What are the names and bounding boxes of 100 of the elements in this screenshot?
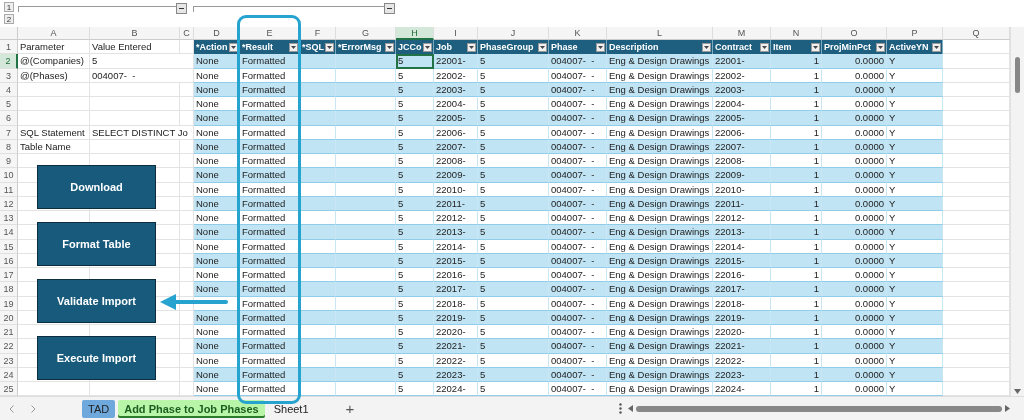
table-cell (336, 182, 396, 197)
table-cell: Y (887, 182, 943, 197)
macro-button[interactable]: Download (37, 165, 156, 209)
header-label: *Action (196, 42, 228, 53)
table-cell: SQL Statement (18, 125, 90, 140)
table-cell: Formatted (240, 111, 300, 126)
row-number[interactable]: 14 (0, 225, 18, 240)
table-cell: 0.0000 (822, 111, 887, 126)
outline-level-button[interactable]: 1 (4, 2, 14, 12)
empty-cell (180, 182, 194, 197)
column-letter[interactable]: C (180, 27, 194, 40)
table-cell: 22002- (434, 68, 478, 83)
column-letter[interactable]: B (90, 27, 180, 40)
table-cell (336, 339, 396, 354)
caret-icon (291, 45, 296, 49)
sheet-tab[interactable]: TAD (82, 399, 116, 418)
caret-icon (540, 45, 545, 49)
filter-dropdown-button[interactable] (702, 42, 711, 52)
table-cell (300, 125, 336, 140)
more-options-icon[interactable] (619, 403, 622, 415)
scrollbar-thumb[interactable] (636, 405, 1002, 412)
filter-dropdown-button[interactable] (289, 42, 298, 52)
table-cell: 5 (478, 225, 549, 240)
sheet-tab[interactable]: Sheet1 (267, 399, 315, 418)
row-number[interactable]: 21 (0, 325, 18, 340)
filter-dropdown-button[interactable] (325, 42, 334, 52)
table-cell: 004007- - (549, 182, 607, 197)
column-letter[interactable]: P (887, 27, 943, 40)
collapse-button[interactable] (384, 3, 395, 14)
filter-dropdown-button[interactable] (385, 42, 394, 52)
table-cell (336, 168, 396, 183)
column-letter[interactable]: Q (943, 27, 1010, 40)
row-number[interactable]: 9 (0, 154, 18, 169)
column-letter[interactable]: F (300, 27, 336, 40)
column-letter[interactable]: D (194, 27, 240, 40)
column-letter[interactable]: I (434, 27, 478, 40)
column-letter[interactable]: J (478, 27, 549, 40)
table-cell (300, 353, 336, 368)
table-cell: None (194, 282, 240, 297)
table-cell: 5 (478, 168, 549, 183)
collapse-button[interactable] (176, 3, 187, 14)
row-number[interactable]: 13 (0, 211, 18, 226)
table-cell: 1 (771, 111, 822, 126)
column-letter[interactable]: K (549, 27, 607, 40)
scroll-right-icon[interactable] (1005, 405, 1010, 413)
row-number[interactable]: 6 (0, 111, 18, 126)
macro-button[interactable]: Validate Import (37, 279, 156, 323)
header-label: Description (609, 42, 659, 53)
scroll-left-icon[interactable] (628, 405, 633, 413)
filter-dropdown-button[interactable] (423, 42, 432, 52)
table-cell: 22001- (434, 54, 478, 69)
table-cell: 22006- (713, 125, 771, 140)
row-number[interactable]: 1 (0, 40, 18, 55)
column-letter[interactable]: O (822, 27, 887, 40)
scrollbar-thumb[interactable] (1015, 57, 1020, 93)
row-number[interactable]: 5 (0, 97, 18, 112)
filter-dropdown-button[interactable] (229, 42, 238, 52)
row-number[interactable]: 22 (0, 339, 18, 354)
table-cell: 22021- (713, 339, 771, 354)
add-sheet-button[interactable]: + (341, 400, 359, 418)
outline-level-button[interactable]: 2 (4, 14, 14, 24)
table-cell: 004007- - (549, 111, 607, 126)
table-cell (336, 68, 396, 83)
table-cell: Formatted (240, 225, 300, 240)
table-cell: Eng & Design Drawings (607, 182, 713, 197)
row-number[interactable]: 18 (0, 282, 18, 297)
table-cell (300, 339, 336, 354)
column-letter[interactable]: M (713, 27, 771, 40)
row-number[interactable]: 17 (0, 268, 18, 283)
filter-dropdown-button[interactable] (467, 42, 476, 52)
macro-button[interactable]: Execute Import (37, 336, 156, 380)
table-cell: Eng & Design Drawings (607, 168, 713, 183)
table-cell: 5 (396, 353, 434, 368)
filter-dropdown-button[interactable] (876, 42, 885, 52)
table-cell: 0.0000 (822, 168, 887, 183)
table-cell: 004007- - (549, 282, 607, 297)
caret-icon (425, 45, 430, 49)
column-letter[interactable]: E (240, 27, 300, 40)
table-cell: None (194, 54, 240, 69)
filter-dropdown-button[interactable] (932, 42, 941, 52)
row-number[interactable]: 10 (0, 168, 18, 183)
column-letter[interactable]: L (607, 27, 713, 40)
column-letter[interactable]: A (18, 27, 90, 40)
column-letter[interactable]: G (336, 27, 396, 40)
filter-dropdown-button[interactable] (760, 42, 769, 52)
macro-button[interactable]: Format Table (37, 222, 156, 266)
filter-dropdown-button[interactable] (596, 42, 605, 52)
table-cell: 004007- - (549, 168, 607, 183)
filter-dropdown-button[interactable] (811, 42, 820, 52)
row-number[interactable]: 2 (0, 54, 18, 69)
table-cell: Y (887, 54, 943, 69)
row-number[interactable]: 25 (0, 382, 18, 397)
table-cell (336, 239, 396, 254)
table-cell: Parameter (18, 40, 90, 55)
column-letter[interactable]: N (771, 27, 822, 40)
column-letter[interactable]: H (396, 27, 434, 40)
sheet-tab[interactable]: Add Phase to Job Phases (118, 399, 265, 418)
filter-dropdown-button[interactable] (538, 42, 547, 52)
table-cell: Y (887, 68, 943, 83)
table-cell: 1 (771, 168, 822, 183)
